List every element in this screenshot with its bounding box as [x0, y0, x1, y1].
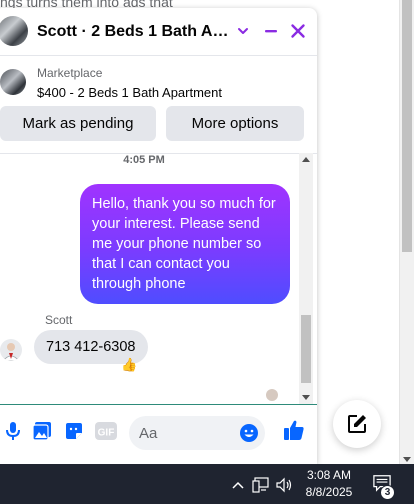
chat-scrollbar[interactable]	[299, 153, 313, 404]
avatar[interactable]	[0, 339, 22, 361]
volume-icon[interactable]	[276, 476, 294, 494]
chevron-up-icon[interactable]	[229, 476, 247, 494]
chat-scroll-down-arrow[interactable]	[302, 395, 310, 400]
message-thread: 4:05 PM Hello, thank you so much for you…	[0, 153, 317, 404]
sender-name: Scott	[45, 313, 73, 327]
clock-time: 3:08 AM	[306, 468, 352, 482]
message-input[interactable]	[139, 423, 239, 443]
marketplace-listing[interactable]: Marketplace $400 - 2 Beds 1 Bath Apartme…	[0, 57, 317, 153]
system-clock[interactable]: 3:08 AM 8/8/2025	[300, 467, 358, 501]
clock-date: 8/8/2025	[305, 485, 353, 499]
emoji-icon[interactable]	[239, 423, 259, 443]
listing-thumbnail[interactable]	[0, 69, 26, 95]
notification-count-badge: 3	[380, 485, 395, 500]
mark-as-pending-button[interactable]: Mark as pending	[0, 106, 156, 141]
sticker-icon[interactable]	[63, 420, 85, 442]
close-icon[interactable]	[285, 18, 311, 44]
chat-avatar[interactable]	[0, 16, 28, 46]
message-input-container[interactable]	[129, 416, 265, 450]
message-composer: GIF	[0, 404, 317, 464]
chevron-down-icon[interactable]	[230, 18, 256, 44]
minimize-icon[interactable]	[258, 18, 284, 44]
gif-icon[interactable]: GIF	[94, 420, 118, 442]
read-receipt-avatar	[266, 389, 278, 401]
listing-category: Marketplace	[37, 66, 103, 80]
chat-title[interactable]: Scott · 2 Beds 1 Bath Apart…	[37, 23, 233, 41]
chat-scroll-up-arrow[interactable]	[302, 157, 310, 162]
thumbs-up-icon[interactable]	[282, 418, 306, 442]
gif-label: GIF	[98, 428, 115, 439]
more-options-button[interactable]: More options	[166, 106, 304, 141]
compose-icon	[348, 415, 366, 433]
chat-window: Scott · 2 Beds 1 Bath Apart… Marketplace…	[0, 8, 317, 464]
page-scroll-down-arrow[interactable]	[403, 457, 411, 462]
page-scrollbar-thumb[interactable]	[402, 0, 412, 252]
microphone-icon[interactable]	[2, 420, 24, 442]
network-icon[interactable]	[252, 476, 270, 494]
page-scrollbar[interactable]	[399, 0, 414, 464]
chat-header[interactable]: Scott · 2 Beds 1 Bath Apart…	[0, 8, 317, 56]
thumbs-up-reaction[interactable]: 👍	[121, 357, 137, 373]
windows-taskbar: 3:08 AM 8/8/2025	[0, 464, 414, 504]
photo-icon[interactable]	[31, 420, 53, 442]
chat-scrollbar-thumb[interactable]	[301, 315, 311, 383]
new-message-button[interactable]	[333, 400, 381, 448]
outgoing-message[interactable]: Hello, thank you so much for your intere…	[80, 184, 290, 304]
listing-name[interactable]: $400 - 2 Beds 1 Bath Apartment	[37, 85, 222, 100]
message-timestamp: 4:05 PM	[123, 154, 165, 166]
